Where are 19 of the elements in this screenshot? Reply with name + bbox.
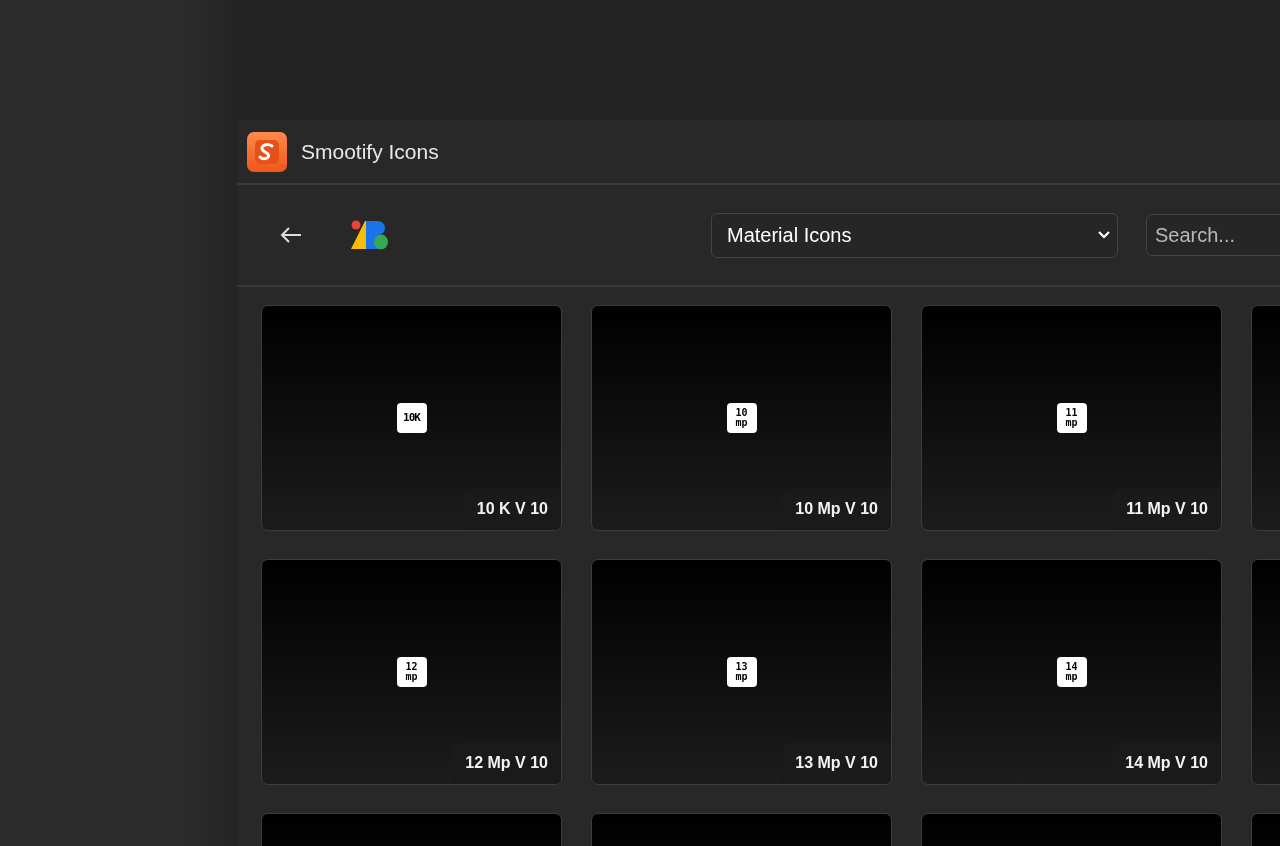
icon-card[interactable]: 10 mp 10 Mp V 10	[591, 305, 892, 531]
icon-card[interactable]: 14 mp 14 Mp V 10	[921, 559, 1222, 785]
icon-card[interactable]: 11 mp 11 Mp V 10	[921, 305, 1222, 531]
icon-glyph: 14 mp	[1056, 657, 1087, 687]
icon-glyph: 13 mp	[726, 657, 757, 687]
window-title: Smootify Icons	[301, 139, 439, 164]
shapes-logo-icon	[351, 220, 389, 250]
back-arrow-icon	[279, 226, 303, 244]
search-field[interactable]: Search...	[1146, 214, 1280, 256]
app-logo-icon	[247, 131, 287, 172]
icon-card[interactable]: 10K 10 K V 10	[261, 305, 562, 531]
icon-glyph: 10K	[396, 403, 427, 433]
icon-glyph: 11 mp	[1056, 403, 1087, 433]
icon-glyph: 12 mp	[396, 657, 427, 687]
icon-card[interactable]: 12 mp 12 Mp V 10	[261, 559, 562, 785]
chevron-down-icon	[1097, 230, 1111, 240]
library-dropdown[interactable]: Material Icons	[711, 212, 1118, 258]
icon-card[interactable]: 13 mp 13 Mp V 10	[591, 559, 892, 785]
icon-glyph: 10 mp	[726, 403, 757, 433]
